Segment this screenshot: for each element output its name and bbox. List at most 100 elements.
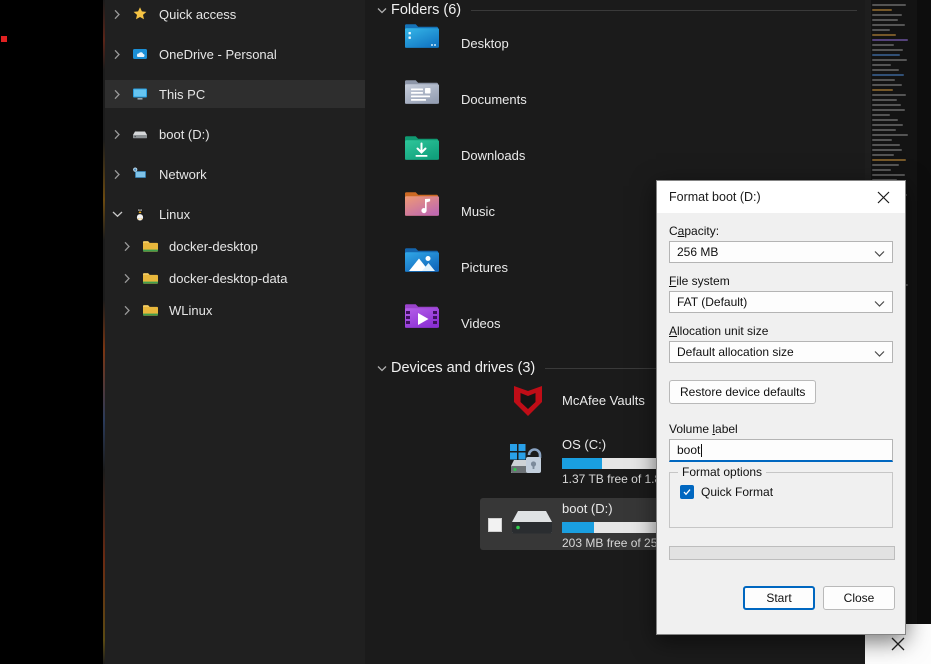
text-line [872,39,908,41]
nav-item-onedrive-personal[interactable]: OneDrive - Personal [105,40,365,68]
navigation-pane: Quick access OneDrive - Personal This PC bo… [105,0,365,664]
folder-item-pictures[interactable]: Pictures [403,244,508,290]
nav-item-network[interactable]: Network [105,160,365,188]
mcafee-shield-icon [508,382,558,420]
quick-format-checkbox[interactable] [680,485,694,499]
drive-name: OS (C:) [562,437,607,452]
chevron-down-icon [874,247,885,261]
chevron-right-icon[interactable] [115,305,139,316]
drive-icon [129,126,151,142]
devices-section-title: Devices and drives (3) [391,360,536,376]
text-line [872,139,892,141]
windows-drive-bitlocker-icon [508,442,558,480]
text-line [872,24,905,26]
text-line [872,4,906,6]
text-line [872,64,891,66]
allocation-unit-value: Default allocation size [677,345,794,359]
close-icon [877,191,889,203]
format-dialog: Format boot (D:) Capacity: 256 MB File s… [656,180,906,635]
quick-format-row[interactable]: Quick Format [680,485,892,499]
text-line [872,144,900,146]
chevron-down-icon[interactable] [373,7,391,14]
folder-icon [139,239,161,254]
nav-item-linux[interactable]: Linux [105,200,365,228]
folder-item-downloads[interactable]: Downloads [403,132,525,178]
text-line [872,34,896,36]
downloads-folder-icon [403,132,451,178]
text-line [872,9,892,11]
chevron-right-icon[interactable] [115,273,139,284]
nav-item-quick-access[interactable]: Quick access [105,0,365,28]
nav-item-docker-desktop-data[interactable]: docker-desktop-data [105,264,365,292]
window-right-edge [917,0,931,624]
dialog-button-row: Start Close [669,586,895,610]
text-line [872,74,904,76]
videos-folder-icon [403,300,451,346]
volume-label-value: boot [677,443,701,457]
chevron-right-icon[interactable] [105,89,129,100]
nav-item-docker-desktop[interactable]: docker-desktop [105,232,365,260]
text-line [872,29,890,31]
nav-item-label: boot (D:) [159,126,210,142]
onedrive-icon [129,46,151,62]
nav-item-label: Quick access [159,6,237,22]
start-button[interactable]: Start [743,586,815,610]
chevron-right-icon[interactable] [105,129,129,140]
nav-item-boot-d[interactable]: boot (D:) [105,120,365,148]
folder-item-label: Videos [461,315,501,331]
text-line [872,154,894,156]
text-line [872,14,902,16]
text-line [872,49,903,51]
folder-item-videos[interactable]: Videos [403,300,501,346]
capacity-value: 256 MB [677,245,719,259]
text-line [872,174,905,176]
text-line [872,104,901,106]
volume-label-input[interactable]: boot [669,439,893,462]
drive-checkbox[interactable] [488,518,502,532]
red-marker [1,36,7,42]
allocation-unit-combobox[interactable]: Default allocation size [669,341,893,363]
file-system-combobox[interactable]: FAT (Default) [669,291,893,313]
close-button[interactable]: Close [823,586,895,610]
folder-item-label: Pictures [461,259,508,275]
text-line [872,79,895,81]
text-line [872,149,902,151]
documents-folder-icon [403,76,451,122]
folders-section-header[interactable]: Folders (6) [373,0,857,20]
chevron-right-icon[interactable] [105,49,129,60]
text-line [872,169,891,171]
folder-item-label: Desktop [461,35,509,51]
text-line [872,124,903,126]
dialog-title-bar[interactable]: Format boot (D:) [657,181,905,213]
nav-item-this-pc[interactable]: This PC [105,80,365,108]
folder-item-documents[interactable]: Documents [403,76,527,122]
allocation-unit-label: Allocation unit size [669,324,769,338]
capacity-combobox[interactable]: 256 MB [669,241,893,263]
drive-usage-fill [562,458,603,469]
text-line [872,114,890,116]
desktop-background [0,0,103,664]
folder-item-desktop[interactable]: Desktop [403,20,509,66]
text-line [872,119,898,121]
chevron-right-icon[interactable] [105,169,129,180]
text-line [872,54,900,56]
format-options-group: Format options Quick Format [669,465,893,528]
folder-icon [139,303,161,318]
folder-icon [139,271,161,286]
chevron-right-icon[interactable] [115,241,139,252]
nav-item-label: OneDrive - Personal [159,46,277,62]
format-options-title: Format options [678,465,767,479]
nav-item-wlinux[interactable]: WLinux [105,296,365,324]
drive-name: boot (D:) [562,501,613,516]
dialog-close-button[interactable] [861,181,905,213]
text-line [872,19,898,21]
folder-item-label: Music [461,203,495,219]
folder-item-music[interactable]: Music [403,188,495,234]
chevron-down-icon[interactable] [105,210,129,218]
capacity-label: Capacity: [669,224,720,238]
chevron-right-icon[interactable] [105,9,129,20]
chevron-down-icon[interactable] [373,365,391,372]
folder-item-label: Documents [461,91,527,107]
text-line [872,69,899,71]
restore-device-defaults-button[interactable]: Restore device defaults [669,380,817,404]
